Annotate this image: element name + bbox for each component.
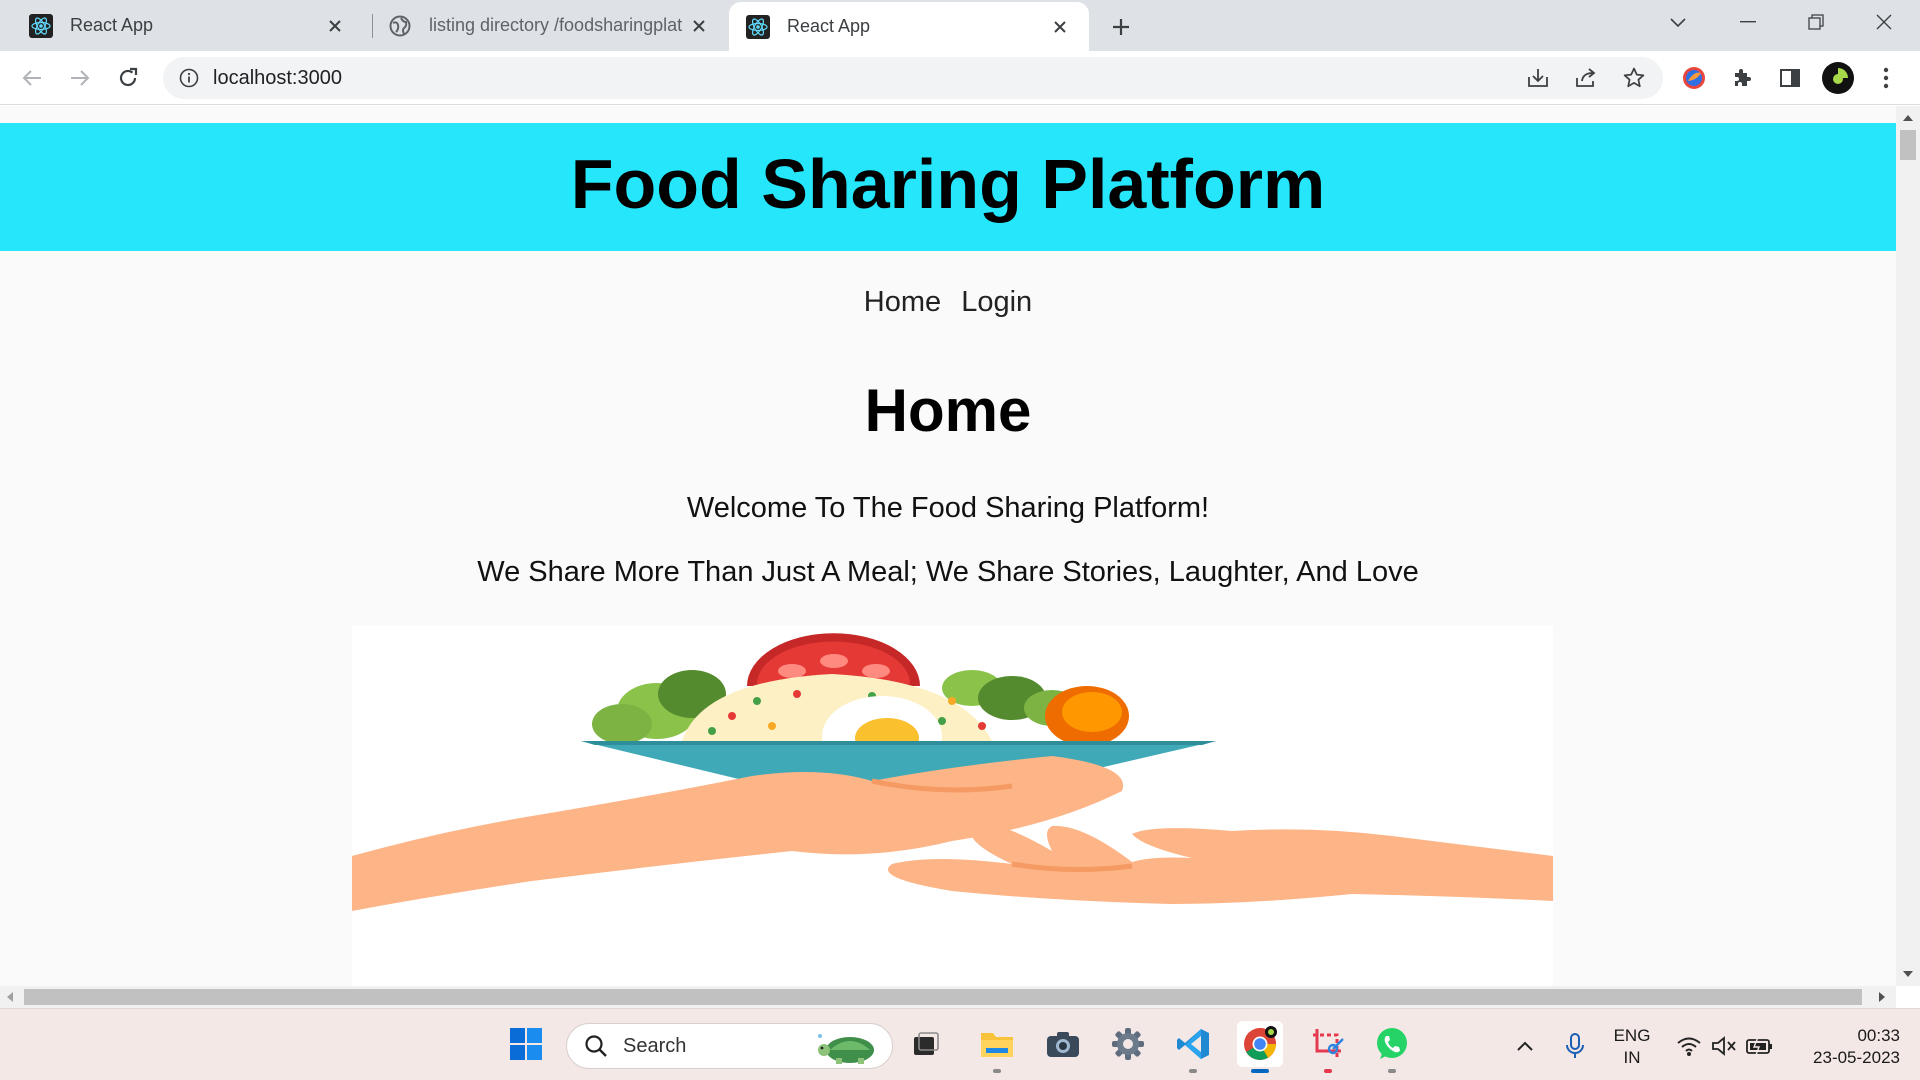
- address-url[interactable]: localhost:3000: [213, 67, 342, 90]
- snipping-tool-icon[interactable]: [1305, 1021, 1351, 1073]
- orange-slice: [1045, 686, 1129, 746]
- close-icon[interactable]: [320, 11, 350, 41]
- tab-listing-directory[interactable]: listing directory /foodsharingplat: [364, 0, 728, 51]
- profile-avatar-icon[interactable]: [1820, 60, 1856, 96]
- browser-toolbar: localhost:3000: [0, 51, 1920, 105]
- whatsapp-icon[interactable]: [1369, 1021, 1415, 1073]
- vscode-icon[interactable]: [1170, 1021, 1216, 1073]
- forward-icon[interactable]: [63, 61, 97, 95]
- tab-title: listing directory /foodsharingplat: [429, 15, 683, 35]
- chrome-icon[interactable]: [1237, 1021, 1283, 1073]
- tab-title: React App: [787, 16, 871, 36]
- react-icon: [746, 14, 770, 39]
- food-sharing-illustration: [352, 626, 1553, 986]
- receiving-hand: [888, 823, 1553, 904]
- welcome-text: Welcome To The Food Sharing Platform!: [686, 492, 1210, 524]
- turtle-highlight-icon: [812, 1028, 884, 1071]
- chevron-up-icon[interactable]: [1510, 1031, 1540, 1061]
- vertical-scrollbar[interactable]: [1896, 106, 1920, 986]
- horizontal-scrollbar[interactable]: [0, 986, 1896, 1008]
- vertical-scroll-thumb[interactable]: [1900, 130, 1916, 160]
- input-language[interactable]: ENG IN: [1600, 1025, 1664, 1069]
- search-label: Search: [623, 1034, 687, 1057]
- tab-search-chevron-icon[interactable]: [1646, 0, 1710, 44]
- extension-browser-icon[interactable]: [1676, 60, 1712, 96]
- lang-code: ENG: [1613, 1026, 1651, 1045]
- tab-strip: React App listing directory /foodsharing…: [0, 0, 1920, 51]
- tab-react-app-active[interactable]: React App: [729, 2, 1089, 51]
- new-tab-button[interactable]: [1104, 10, 1138, 44]
- site-nav: Home Login: [0, 286, 1896, 319]
- scroll-up-arrow-icon[interactable]: [1896, 110, 1920, 126]
- share-icon[interactable]: [1569, 61, 1603, 95]
- extensions-puzzle-icon[interactable]: [1724, 60, 1760, 96]
- scroll-down-arrow-icon[interactable]: [1896, 966, 1920, 982]
- reload-icon[interactable]: [111, 61, 145, 95]
- microphone-icon[interactable]: [1560, 1031, 1590, 1061]
- file-explorer-icon[interactable]: [974, 1021, 1020, 1073]
- nav-login-link[interactable]: Login: [961, 286, 1032, 318]
- address-bar[interactable]: localhost:3000: [163, 57, 1663, 99]
- tab-title: React App: [70, 15, 154, 35]
- clock-time: 00:33: [1857, 1026, 1900, 1045]
- tab-react-app-1[interactable]: React App: [0, 0, 364, 51]
- search-icon: [583, 1033, 609, 1059]
- battery-icon[interactable]: [1745, 1031, 1775, 1061]
- site-info-icon[interactable]: [177, 66, 201, 90]
- wifi-icon[interactable]: [1674, 1031, 1704, 1061]
- menu-kebab-icon[interactable]: [1868, 60, 1904, 96]
- camera-icon[interactable]: [1040, 1021, 1086, 1067]
- close-window-icon[interactable]: [1852, 0, 1916, 44]
- taskbar-search[interactable]: Search: [566, 1023, 893, 1069]
- globe-icon: [388, 14, 412, 38]
- nav-home-link[interactable]: Home: [864, 286, 941, 318]
- install-app-icon[interactable]: [1521, 61, 1555, 95]
- back-icon[interactable]: [15, 61, 49, 95]
- site-header: Food Sharing Platform: [0, 123, 1896, 251]
- react-icon: [29, 13, 53, 38]
- tagline-text: We Share More Than Just A Meal; We Share…: [477, 556, 1419, 588]
- volume-muted-icon[interactable]: [1709, 1031, 1739, 1061]
- close-icon[interactable]: [1045, 12, 1075, 42]
- horizontal-scroll-thumb[interactable]: [24, 989, 1862, 1005]
- site-title: Food Sharing Platform: [570, 145, 1326, 223]
- task-view-icon[interactable]: [903, 1021, 949, 1067]
- windows-taskbar: Search ENG IN 00:33 23-05-2023: [0, 1008, 1920, 1080]
- page-viewport: Food Sharing Platform Home Login Home We…: [0, 106, 1896, 986]
- page-title: Home: [864, 377, 1032, 444]
- minimize-icon[interactable]: [1716, 0, 1780, 44]
- scroll-left-arrow-icon[interactable]: [2, 989, 18, 1005]
- settings-icon[interactable]: [1105, 1021, 1151, 1067]
- lang-region: IN: [1623, 1048, 1641, 1067]
- clock-date: 23-05-2023: [1813, 1048, 1900, 1067]
- close-icon[interactable]: [684, 11, 714, 41]
- scroll-right-arrow-icon[interactable]: [1874, 989, 1890, 1005]
- side-panel-icon[interactable]: [1772, 60, 1808, 96]
- start-icon[interactable]: [503, 1021, 549, 1067]
- system-clock[interactable]: 00:33 23-05-2023: [1790, 1025, 1900, 1069]
- bookmark-star-icon[interactable]: [1617, 61, 1651, 95]
- restore-icon[interactable]: [1784, 0, 1848, 44]
